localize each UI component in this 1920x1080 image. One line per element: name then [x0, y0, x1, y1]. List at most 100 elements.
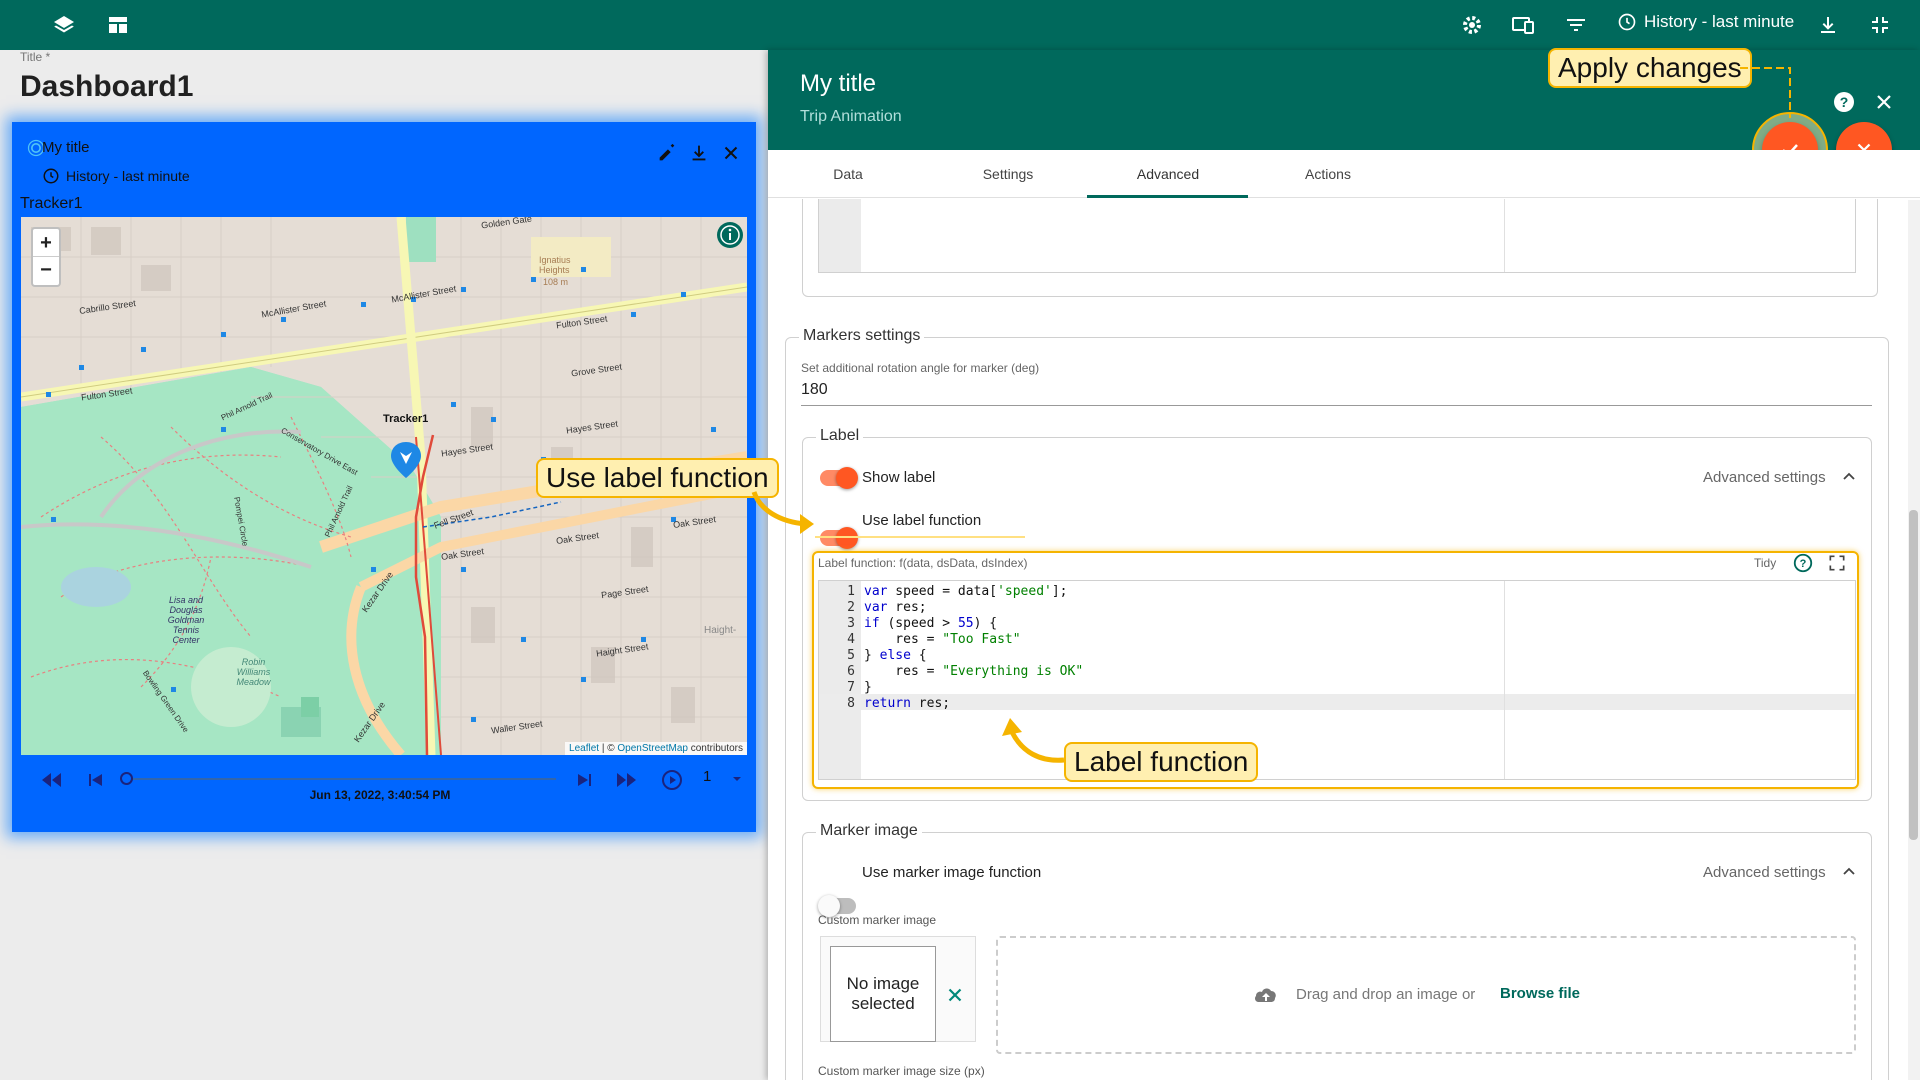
- dropdown-arrow-icon[interactable]: [730, 772, 744, 786]
- history-label: History - last minute: [1644, 12, 1795, 31]
- code-line: res = "Everything is OK": [864, 664, 1084, 679]
- skip-previous-icon[interactable]: [86, 770, 106, 790]
- rotation-angle-label: Set additional rotation angle for marker…: [801, 361, 1040, 375]
- clock-icon: [43, 168, 59, 184]
- place-label: Ignatius Heights: [539, 255, 571, 275]
- place-label: Robin Williams Meadow: [236, 657, 271, 687]
- code-line: return res;: [864, 696, 951, 711]
- info-icon[interactable]: [716, 221, 744, 249]
- apply-changes-callout: Apply changes: [1548, 48, 1752, 88]
- elevation-label: 108 m: [543, 277, 569, 287]
- rotation-angle-underline: [801, 405, 1872, 406]
- dashboard-title[interactable]: Dashboard1: [20, 70, 193, 104]
- close-icon[interactable]: [720, 142, 742, 164]
- previous-code-editor[interactable]: [818, 199, 1856, 273]
- leaflet-link[interactable]: Leaflet: [569, 743, 599, 754]
- fullscreen-icon[interactable]: [1827, 553, 1847, 573]
- widget-title: My title: [42, 139, 90, 156]
- skip-next-icon[interactable]: [574, 770, 594, 790]
- devices-icon[interactable]: [1511, 13, 1535, 37]
- clear-image-icon[interactable]: [944, 984, 966, 1006]
- use-label-function-text: Use label function: [862, 512, 982, 529]
- tidy-button[interactable]: Tidy: [1754, 556, 1776, 570]
- code-lines[interactable]: var speed = data['speed']; var res; if (…: [864, 584, 1083, 712]
- tab-actions[interactable]: Actions: [1248, 166, 1408, 182]
- clock-icon: [1618, 13, 1636, 31]
- download-icon[interactable]: [688, 142, 710, 164]
- playback-slider-thumb[interactable]: [120, 772, 133, 785]
- apply-callout-connector: [1740, 67, 1791, 118]
- svg-text:?: ?: [1800, 558, 1807, 570]
- code-line: if (speed > 55) {: [864, 616, 998, 631]
- use-marker-image-function-toggle[interactable]: [818, 895, 856, 917]
- playback-slider-track[interactable]: [126, 778, 556, 780]
- panel-scrollbar-thumb[interactable]: [1909, 510, 1918, 840]
- markers-settings-legend: Markers settings: [799, 327, 925, 345]
- label-function-code-editor[interactable]: 1 2 3 4 5 6 7 8 var speed = data['speed'…: [818, 580, 1856, 780]
- use-label-function-highlight: [815, 536, 1025, 538]
- chevron-up-icon[interactable]: [1840, 468, 1858, 486]
- place-label: Haight-: [704, 625, 737, 636]
- label-advanced-settings[interactable]: Advanced settings: [1703, 469, 1826, 486]
- code-line: res = "Too Fast": [864, 632, 1021, 647]
- show-label-toggle[interactable]: [820, 467, 858, 489]
- panel-subtitle: Trip Animation: [800, 108, 902, 125]
- label-function-callout-arrow: [1002, 718, 1065, 763]
- fast-forward-icon[interactable]: [614, 770, 638, 790]
- title-field-label: Title *: [20, 50, 51, 64]
- show-label-text: Show label: [862, 469, 936, 486]
- layers-icon[interactable]: [52, 13, 76, 37]
- download-icon[interactable]: [1816, 13, 1840, 37]
- custom-marker-image-label: Custom marker image: [818, 913, 937, 927]
- playback-timestamp: Jun 13, 2022, 3:40:54 PM: [309, 788, 451, 802]
- code-line: var res;: [864, 600, 927, 615]
- marker-image-advanced-settings[interactable]: Advanced settings: [1703, 864, 1826, 881]
- filter-icon[interactable]: [1564, 13, 1588, 37]
- dashboard-layout-icon[interactable]: [106, 13, 130, 37]
- label-function-callout: Label function: [1064, 742, 1259, 782]
- tab-data[interactable]: Data: [768, 166, 928, 182]
- chevron-up-icon[interactable]: [1840, 863, 1858, 881]
- osm-link[interactable]: OpenStreetMap: [617, 743, 688, 754]
- tracker-marker-icon[interactable]: [391, 442, 421, 478]
- svg-text:?: ?: [1840, 94, 1849, 110]
- tab-advanced[interactable]: Advanced: [1088, 166, 1248, 182]
- playback-speed-value[interactable]: 1: [703, 768, 711, 785]
- zoom-in-button[interactable]: +: [33, 229, 59, 257]
- code-line: } else {: [864, 648, 927, 663]
- cloud-upload-icon: [1255, 988, 1276, 1002]
- zoom-out-button[interactable]: −: [33, 257, 59, 285]
- map-attribution: Leaflet | © OpenStreetMap contributors: [565, 742, 747, 755]
- tracker-name: Tracker1: [20, 195, 83, 212]
- code-line: }: [864, 680, 872, 695]
- help-icon[interactable]: ?: [1832, 90, 1856, 114]
- play-circle-icon[interactable]: [660, 768, 684, 792]
- code-gutter: 1 2 3 4 5 6 7 8: [847, 584, 855, 711]
- drag-drop-text: Drag and drop an image or: [1296, 986, 1476, 1003]
- place-label: Lisa and Douglas Goldman Tennis Center: [167, 595, 205, 645]
- top-toolbar: History - last minute: [0, 0, 1920, 50]
- panel-title: My title: [800, 70, 877, 97]
- no-image-placeholder: No image selected: [830, 946, 936, 1042]
- settings-gear-icon[interactable]: [1460, 13, 1484, 37]
- label-function-title: Label function: f(data, dsData, dsIndex): [818, 556, 1028, 570]
- use-label-function-toggle[interactable]: [820, 527, 858, 549]
- exit-fullscreen-icon[interactable]: [1868, 13, 1892, 37]
- widget-history[interactable]: History - last minute: [42, 167, 190, 185]
- browse-file-link[interactable]: Browse file: [1500, 985, 1580, 1002]
- fast-rewind-icon[interactable]: [40, 770, 64, 790]
- close-panel-icon[interactable]: [1872, 90, 1896, 114]
- marker-image-legend: Marker image: [816, 822, 922, 840]
- edit-pencil-icon[interactable]: [656, 142, 678, 164]
- use-label-callout-arrow: [751, 491, 814, 534]
- use-marker-image-function-text: Use marker image function: [862, 864, 1042, 881]
- help-circle-icon[interactable]: ?: [1792, 552, 1814, 574]
- tab-settings[interactable]: Settings: [928, 166, 1088, 182]
- rotation-angle-input[interactable]: 180: [801, 381, 828, 399]
- tracker-marker-label: Tracker1: [383, 413, 429, 425]
- label-legend: Label: [816, 427, 864, 445]
- custom-marker-size-label: Custom marker image size (px): [818, 1064, 985, 1078]
- use-label-function-callout: Use label function: [536, 458, 779, 498]
- code-line: var speed = data['speed'];: [864, 584, 1068, 599]
- history-timewindow[interactable]: History - last minute: [1617, 12, 1794, 32]
